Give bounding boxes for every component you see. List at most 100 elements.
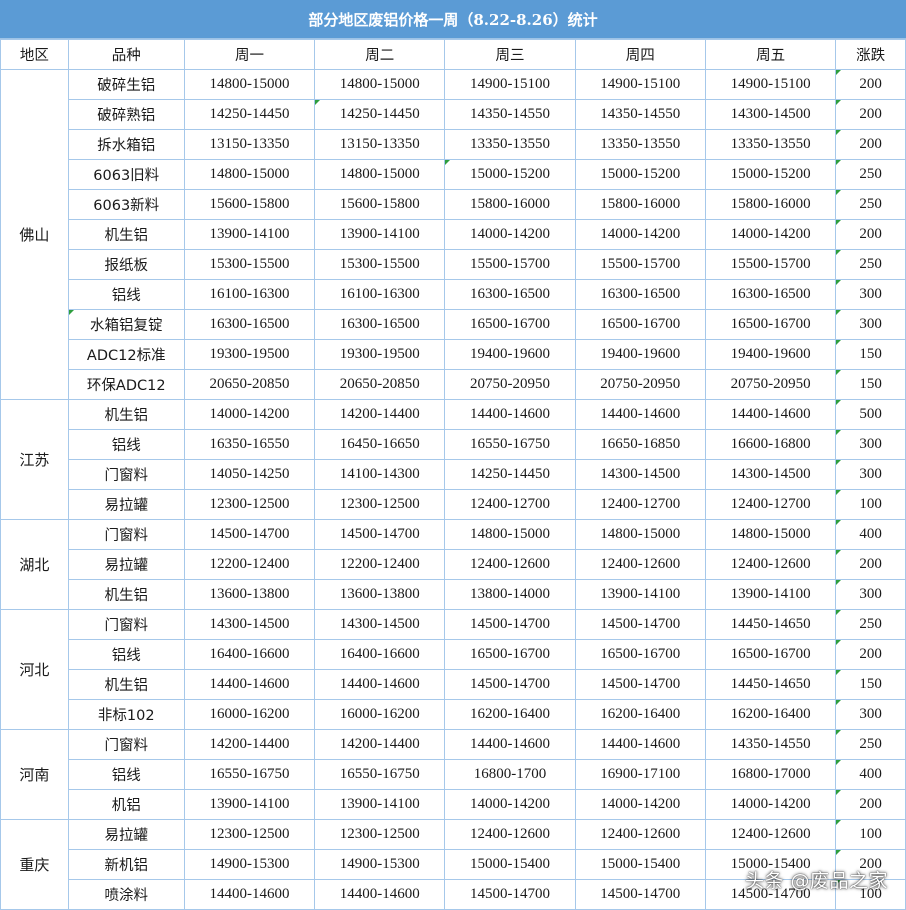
price-cell-wednesday: 16500-16700 (444, 309, 576, 340)
price-cell-tuesday: 12300-12500 (314, 819, 446, 850)
price-cell-friday: 16300-16500 (704, 279, 837, 310)
table-row: 铝线 16350-16550 16450-16650 16550-16750 16650… (1, 429, 906, 460)
price-cell-wednesday: 14000-14200 (444, 219, 576, 250)
price-cell-tuesday: 19300-19500 (314, 339, 446, 370)
table-row: 铝线 16550-16750 16550-16750 16800-1700 16900-… (1, 759, 906, 790)
table-row: 易拉罐 12200-12400 12200-12400 12400-12600 1240… (1, 549, 906, 580)
change-cell: 250 (835, 729, 906, 760)
table-row: 报纸板 15300-15500 15300-15500 15500-15700 1550… (1, 249, 906, 280)
variety-cell: ADC12标准 (67, 339, 185, 370)
table-row: 6063新料 15600-15800 15600-15800 15800-16000 1… (1, 189, 906, 220)
change-cell: 300 (835, 699, 906, 730)
price-cell-wednesday: 15000-15400 (444, 849, 576, 880)
header-monday: 周一 (183, 39, 316, 70)
table-row: 环保ADC12 20650-20850 20650-20850 20750-20950… (1, 369, 906, 400)
price-cell-monday: 14300-14500 (183, 609, 316, 640)
price-cell-monday: 14400-14600 (183, 879, 316, 910)
price-cell-friday: 12400-12600 (704, 819, 837, 850)
price-cell-tuesday: 16400-16600 (314, 639, 446, 670)
price-cell-friday: 14900-15100 (704, 69, 837, 100)
price-cell-wednesday: 19400-19600 (444, 339, 576, 370)
price-cell-thursday: 14500-14700 (574, 669, 706, 700)
price-cell-wednesday: 14250-14450 (444, 459, 576, 490)
price-cell-tuesday: 14200-14400 (314, 729, 446, 760)
price-cell-wednesday: 16550-16750 (444, 429, 576, 460)
variety-cell: 破碎生铝 (67, 69, 185, 100)
price-cell-friday: 16600-16800 (704, 429, 837, 460)
change-cell: 250 (835, 249, 906, 280)
price-cell-wednesday: 16500-16700 (444, 639, 576, 670)
table-row: 重庆 易拉罐 12300-12500 12300-12500 12400-12600 12… (0, 819, 906, 910)
sheet-title: 部分地区废铝价格一周（8.22-8.26）统计 (0, 0, 906, 39)
price-cell-friday: 14350-14550 (704, 729, 837, 760)
price-cell-friday: 14450-14650 (704, 669, 837, 700)
variety-cell: 铝线 (67, 429, 185, 460)
price-cell-friday: 14000-14200 (704, 789, 837, 820)
price-cell-monday: 12300-12500 (183, 819, 316, 850)
variety-cell: 机生铝 (67, 579, 185, 610)
price-cell-thursday: 14350-14550 (574, 99, 706, 130)
price-cell-thursday: 16200-16400 (574, 699, 706, 730)
price-cell-thursday: 14500-14700 (574, 609, 706, 640)
price-cell-wednesday: 14500-14700 (444, 669, 576, 700)
price-cell-friday: 12400-12600 (704, 549, 837, 580)
change-cell: 200 (835, 69, 906, 100)
variety-cell: 机生铝 (67, 399, 185, 430)
price-cell-monday: 14050-14250 (183, 459, 316, 490)
price-cell-wednesday: 14000-14200 (444, 789, 576, 820)
region-cell: 佛山 (0, 69, 69, 400)
price-cell-tuesday: 15600-15800 (314, 189, 446, 220)
variety-cell: 门窗料 (67, 729, 185, 760)
watermark: 头条 @废品之家 (744, 870, 888, 892)
price-cell-friday: 19400-19600 (704, 339, 837, 370)
variety-cell: 易拉罐 (67, 489, 185, 520)
price-cell-thursday: 14500-14700 (574, 879, 706, 910)
price-cell-wednesday: 12400-12700 (444, 489, 576, 520)
price-cell-thursday: 15000-15400 (574, 849, 706, 880)
price-cell-tuesday: 14200-14400 (314, 399, 446, 430)
change-cell: 300 (835, 579, 906, 610)
price-cell-friday: 16500-16700 (704, 639, 837, 670)
table-row: ADC12标准 19300-19500 19300-19500 19400-19600… (1, 339, 906, 370)
price-cell-wednesday: 14500-14700 (444, 609, 576, 640)
change-cell: 150 (835, 339, 906, 370)
change-cell: 300 (835, 459, 906, 490)
price-cell-wednesday: 14500-14700 (444, 879, 576, 910)
table-row: 江苏 机生铝 14000-14200 14200-14400 14400-14600 14… (0, 399, 906, 520)
table-row: 拆水箱铝 13150-13350 13150-13350 13350-13550 133… (1, 129, 906, 160)
price-cell-friday: 15000-15200 (704, 159, 837, 190)
variety-cell: 6063新料 (67, 189, 185, 220)
price-cell-thursday: 12400-12700 (574, 489, 706, 520)
change-cell: 400 (835, 519, 906, 550)
price-cell-thursday: 14900-15100 (574, 69, 706, 100)
change-cell: 100 (835, 819, 906, 850)
change-cell: 200 (835, 639, 906, 670)
price-cell-friday: 14300-14500 (704, 459, 837, 490)
table-body: 佛山 破碎生铝 14800-15000 14800-15000 14900-15100 1… (0, 69, 906, 910)
price-cell-monday: 14900-15300 (183, 849, 316, 880)
price-cell-monday: 12300-12500 (183, 489, 316, 520)
price-cell-thursday: 13900-14100 (574, 579, 706, 610)
header-friday: 周五 (704, 39, 837, 70)
table-row: 铝线 16400-16600 16400-16600 16500-16700 16500… (1, 639, 906, 670)
table-row: 铝线 16100-16300 16100-16300 16300-16500 16300… (1, 279, 906, 310)
price-cell-tuesday: 13900-14100 (314, 789, 446, 820)
change-cell: 150 (835, 669, 906, 700)
change-cell: 250 (835, 189, 906, 220)
price-cell-friday: 14800-15000 (704, 519, 837, 550)
table-row: 河北 门窗料 14300-14500 14300-14500 14500-14700 14… (0, 609, 906, 730)
price-cell-monday: 14000-14200 (183, 399, 316, 430)
table-row: 非标102 16000-16200 16000-16200 16200-16400 16… (1, 699, 906, 730)
price-cell-thursday: 14400-14600 (574, 729, 706, 760)
region-cell: 湖北 (0, 519, 69, 610)
price-cell-wednesday: 15800-16000 (444, 189, 576, 220)
variety-cell: 门窗料 (67, 609, 185, 640)
price-cell-thursday: 14400-14600 (574, 399, 706, 430)
change-cell: 300 (835, 309, 906, 340)
price-table: 地区 品种 周一 周二 周三 周四 周五 涨跌 佛山 破碎生铝 14800-1500… (0, 39, 906, 910)
table-row: 机生铝 14400-14600 14400-14600 14500-14700 1450… (1, 669, 906, 700)
change-cell: 250 (835, 609, 906, 640)
variety-cell: 易拉罐 (67, 819, 185, 850)
price-cell-monday: 16100-16300 (183, 279, 316, 310)
price-cell-tuesday: 20650-20850 (314, 369, 446, 400)
